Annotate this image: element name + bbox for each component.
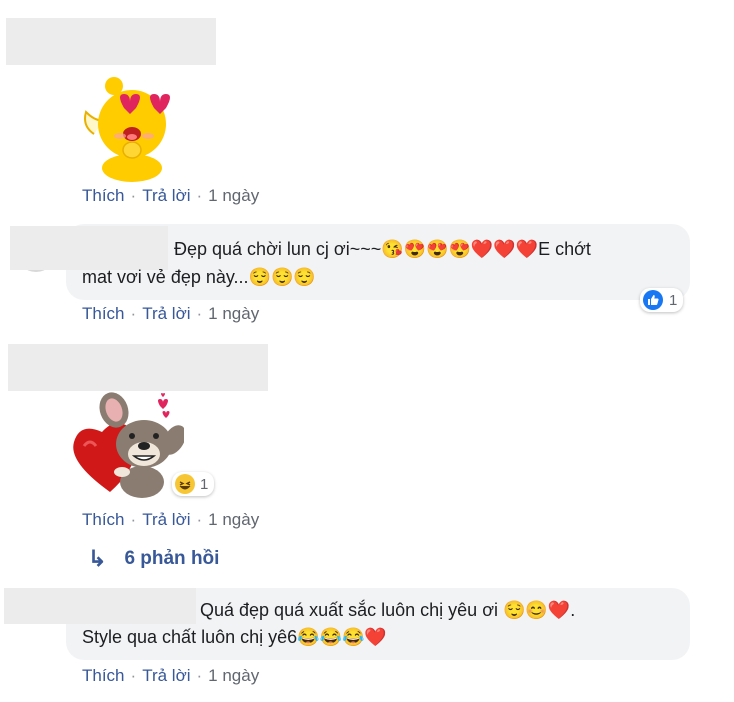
separator-dot: · [130,186,137,205]
separator-dot: · [196,510,203,529]
separator-dot: · [130,666,137,685]
separator-dot: · [196,186,203,205]
comment-2-line-1: Đẹp quá chời lun cj ơi~~~😘😍😍😍❤️❤️❤️E chớ… [174,239,591,259]
reaction-count: 1 [669,291,678,309]
comment-4-actions: Thích · Trả lời · 1 ngày [82,666,259,686]
separator-dot: · [196,666,203,685]
redacted-name-3 [8,344,268,391]
replies-count-label: 6 phản hồi [124,548,220,569]
like-link[interactable]: Thích [82,666,125,685]
comment-3-actions: Thích · Trả lời · 1 ngày [82,510,259,530]
separator-dot: · [196,304,203,323]
reply-arrow-icon: ↳ [88,546,107,571]
chick-heart-eyes-sticker [84,77,170,182]
haha-icon [175,474,195,494]
like-link[interactable]: Thích [82,510,125,529]
comment-2-reactions[interactable]: 1 [640,288,684,312]
redacted-name-1 [6,18,216,65]
timestamp[interactable]: 1 ngày [208,666,259,685]
comment-2-line-2: mat vơi vẻ đẹp này...😌😌😌 [82,267,316,287]
like-link[interactable]: Thích [82,304,125,323]
reply-link[interactable]: Trả lời [142,304,190,323]
reply-link[interactable]: Trả lời [142,186,190,205]
separator-dot: · [130,304,137,323]
comment-4-line-2: Style qua chất luôn chị yê6😂😂😂❤️ [82,627,387,647]
comment-3-reactions[interactable]: 1 [172,472,215,496]
like-link[interactable]: Thích [82,186,125,205]
timestamp[interactable]: 1 ngày [208,304,259,323]
comment-1-actions: Thích · Trả lời · 1 ngày [82,186,259,206]
separator-dot: · [130,510,137,529]
view-replies-link[interactable]: ↳ 6 phản hồi [88,546,219,572]
comment-2-actions: Thích · Trả lời · 1 ngày [82,304,259,324]
comment-4-line-1: Quá đẹp quá xuất sắc luôn chị yêu ơi 😌😊❤… [200,600,576,620]
like-icon [643,290,663,310]
mouse-heart-sticker [73,392,184,498]
reply-link[interactable]: Trả lời [142,666,190,685]
redacted-name-4 [4,588,196,624]
timestamp[interactable]: 1 ngày [208,186,259,205]
reply-link[interactable]: Trả lời [142,510,190,529]
reaction-count: 1 [200,475,209,493]
timestamp[interactable]: 1 ngày [208,510,259,529]
